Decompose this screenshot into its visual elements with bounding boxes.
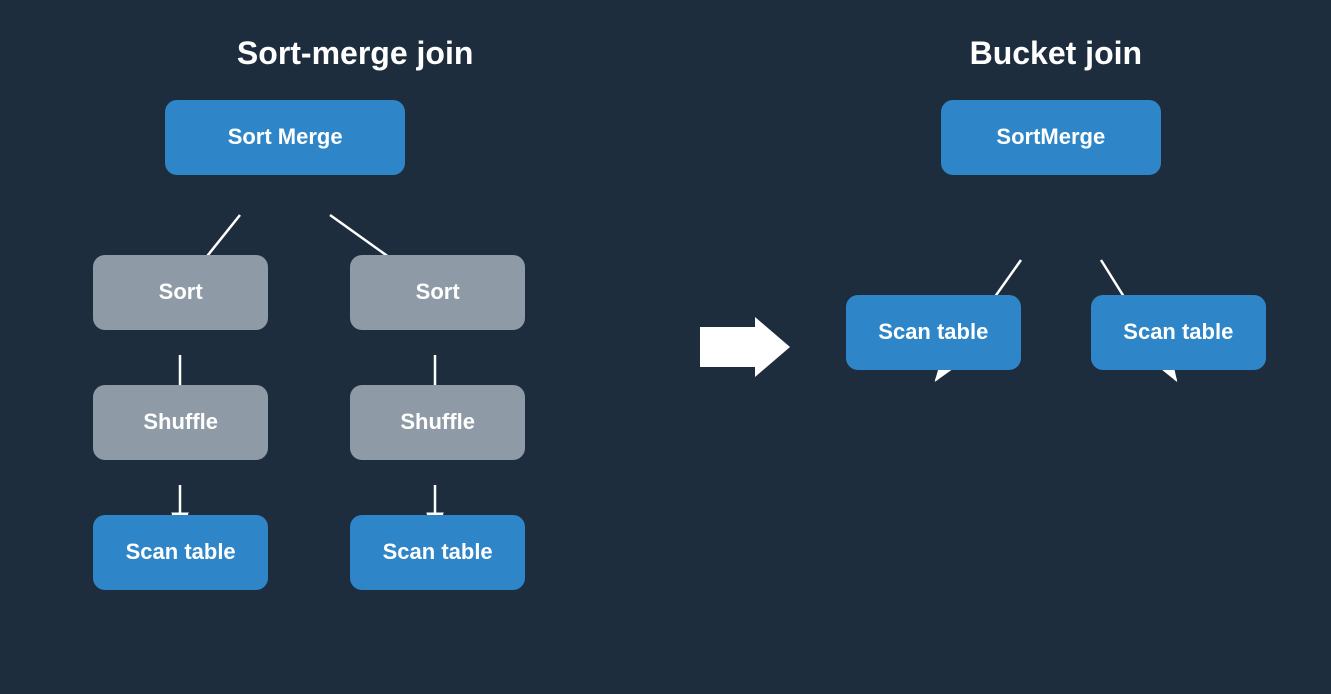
right-diagram: SortMerge Scan table Scan table [846,100,1266,660]
right-section: Bucket join SortMerge [846,35,1266,660]
scan-left-label: Scan table [126,539,236,565]
shuffle-right-node: Shuffle [350,385,525,460]
bucket-sort-merge-box: SortMerge [941,100,1161,175]
sort-merge-label: Sort Merge [228,124,343,150]
sort-left-node: Sort [93,255,268,330]
scan-right-label: Scan table [383,539,493,565]
bucket-sort-merge-label: SortMerge [996,124,1105,150]
left-diagram: Sort Merge Sort Sort Shuffle [65,100,645,660]
sort-left-label: Sort [159,279,203,305]
bucket-scan-left-label: Scan table [878,319,988,345]
right-section-title: Bucket join [970,35,1142,72]
left-section-title: Sort-merge join [237,35,473,72]
arrow-svg [700,312,790,382]
bucket-sort-merge-node: SortMerge [941,100,1161,175]
scan-left-node: Scan table [93,515,268,590]
sort-right-node: Sort [350,255,525,330]
bucket-scan-right-node: Scan table [1091,295,1266,370]
sort-merge-node: Sort Merge [165,100,405,175]
bucket-scan-left-node: Scan table [846,295,1021,370]
left-section: Sort-merge join [65,35,645,660]
shuffle-right-label: Shuffle [400,409,475,435]
bucket-scan-right-label: Scan table [1123,319,1233,345]
scan-left-box: Scan table [93,515,268,590]
bucket-scan-right-box: Scan table [1091,295,1266,370]
shuffle-left-label: Shuffle [143,409,218,435]
sort-right-label: Sort [416,279,460,305]
sort-merge-box: Sort Merge [165,100,405,175]
shuffle-left-box: Shuffle [93,385,268,460]
main-container: Sort-merge join [0,0,1331,694]
sort-left-box: Sort [93,255,268,330]
scan-right-box: Scan table [350,515,525,590]
sort-right-box: Sort [350,255,525,330]
scan-right-node: Scan table [350,515,525,590]
shuffle-left-node: Shuffle [93,385,268,460]
bucket-scan-left-box: Scan table [846,295,1021,370]
arrow-right [695,312,795,382]
shuffle-right-box: Shuffle [350,385,525,460]
